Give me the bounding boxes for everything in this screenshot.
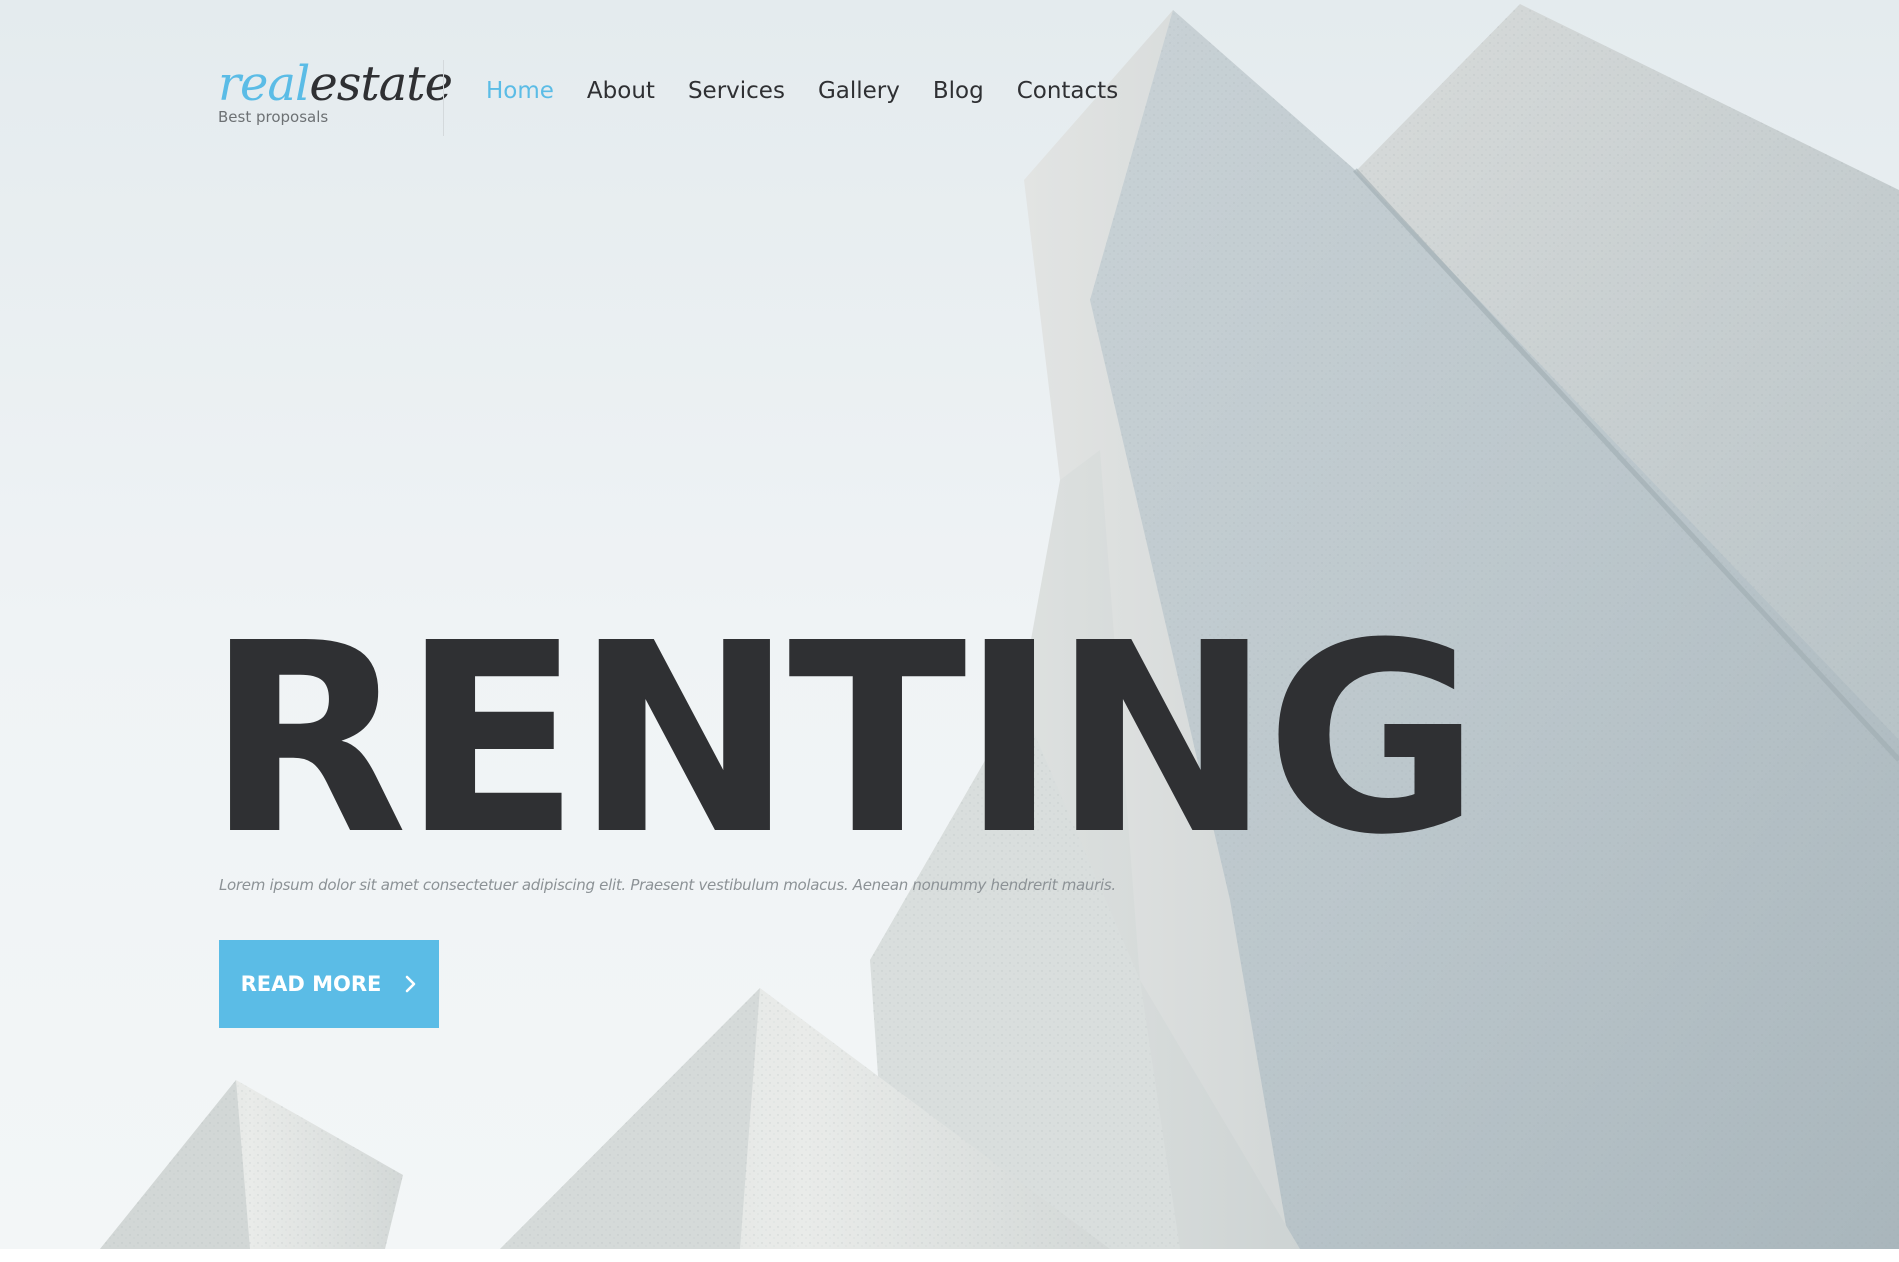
logo-wordmark: realestate	[218, 56, 453, 112]
nav-item-blog[interactable]: Blog	[933, 74, 984, 108]
hero-section: realestate Best proposals Home About Ser…	[0, 0, 1899, 1249]
nav-item-services[interactable]: Services	[688, 74, 785, 108]
nav-item-home[interactable]: Home	[486, 74, 554, 108]
hero-title: RENTING	[206, 587, 1481, 892]
logo-part-real: real	[218, 56, 310, 112]
chevron-right-icon	[406, 975, 416, 993]
site-logo[interactable]: realestate Best proposals	[218, 56, 453, 126]
main-nav: Home About Services Gallery Blog Contact…	[486, 74, 1151, 108]
read-more-button[interactable]: READ MORE	[219, 940, 439, 1028]
page: realestate Best proposals Home About Ser…	[0, 0, 1899, 1262]
nav-item-about[interactable]: About	[587, 74, 655, 108]
nav-item-gallery[interactable]: Gallery	[818, 74, 900, 108]
read-more-label: READ MORE	[240, 972, 382, 996]
nav-item-contacts[interactable]: Contacts	[1017, 74, 1118, 108]
logo-tagline: Best proposals	[218, 108, 329, 126]
logo-part-estate: estate	[309, 56, 453, 112]
header-divider	[443, 60, 444, 136]
hero-description: Lorem ipsum dolor sit amet consectetuer …	[219, 876, 1116, 894]
